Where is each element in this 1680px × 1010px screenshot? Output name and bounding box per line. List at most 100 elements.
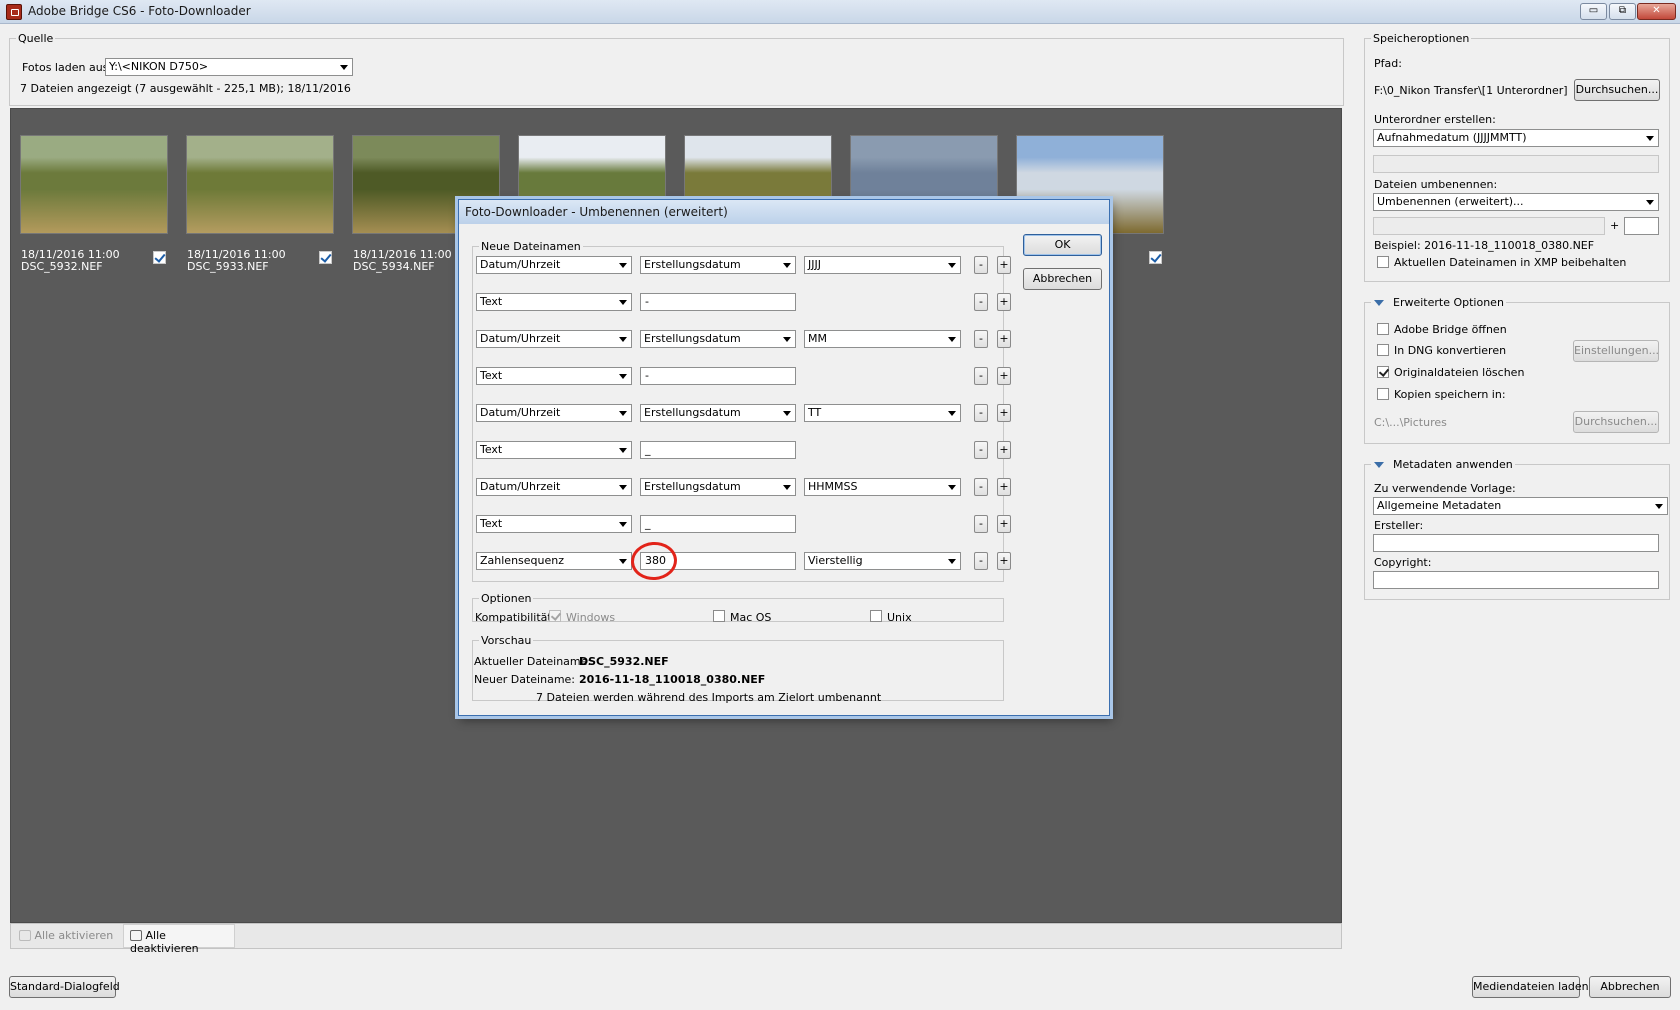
remove-row-button[interactable]: - — [974, 404, 988, 422]
rename-type-dropdown[interactable]: Text — [476, 367, 632, 385]
rename-text-field[interactable]: _ — [640, 515, 796, 533]
format-dropdown[interactable]: Vierstellig — [804, 552, 961, 570]
remove-row-button[interactable]: - — [974, 293, 988, 311]
rename-type-dropdown[interactable]: Datum/Uhrzeit — [476, 256, 632, 274]
rename-text-field[interactable]: - — [640, 293, 796, 311]
rename-type-dropdown[interactable]: Datum/Uhrzeit — [476, 330, 632, 348]
rename-text-field[interactable] — [1373, 217, 1605, 235]
minimize-button[interactable]: ▭ — [1580, 3, 1607, 20]
date-source-dropdown-value: Erstellungsdatum — [644, 332, 741, 345]
add-row-button[interactable]: + — [997, 552, 1011, 570]
add-row-button[interactable]: + — [997, 330, 1011, 348]
keep-name-checkbox[interactable] — [1377, 256, 1389, 268]
triangle-down-icon[interactable] — [1374, 462, 1384, 468]
remove-row-button[interactable]: - — [974, 367, 988, 385]
remove-row-button[interactable]: - — [974, 441, 988, 459]
date-source-dropdown[interactable]: Erstellungsdatum — [640, 404, 796, 422]
save-copies-checkbox[interactable] — [1377, 388, 1389, 400]
dialog-title: Foto-Downloader - Umbenennen (erweitert) — [459, 200, 1109, 224]
subfolder-value: Aufnahmedatum (JJJJMMTT) — [1377, 131, 1527, 144]
rename-type-dropdown[interactable]: Text — [476, 441, 632, 459]
remove-row-button[interactable]: - — [974, 552, 988, 570]
browse-path-button[interactable]: Durchsuchen... — [1574, 79, 1660, 101]
format-dropdown[interactable]: JJJJ — [804, 256, 961, 274]
date-source-dropdown-value: Erstellungsdatum — [644, 406, 741, 419]
subfolder-custom-field[interactable] — [1373, 155, 1659, 173]
dng-settings-button[interactable]: Einstellungen... — [1573, 340, 1659, 362]
remove-row-button[interactable]: - — [974, 515, 988, 533]
browse-copies-button[interactable]: Durchsuchen... — [1573, 411, 1659, 433]
thumbnail-checkbox[interactable] — [153, 251, 166, 264]
rename-type-dropdown[interactable]: Zahlensequenz — [476, 552, 632, 570]
add-row-button[interactable]: + — [997, 515, 1011, 533]
delete-originals-checkbox[interactable] — [1377, 366, 1389, 378]
close-window-button[interactable]: ✕ — [1637, 3, 1676, 20]
chevron-down-icon — [616, 331, 631, 347]
cancel-button[interactable]: Abbrechen — [1589, 976, 1671, 998]
convert-dng-checkbox[interactable] — [1377, 344, 1389, 356]
photo-thumbnail[interactable] — [20, 135, 168, 234]
rename-type-dropdown[interactable]: Datum/Uhrzeit — [476, 404, 632, 422]
template-dropdown[interactable]: Allgemeine Metadaten — [1373, 497, 1668, 515]
copyright-field[interactable] — [1373, 571, 1659, 589]
format-dropdown[interactable]: HHMMSS — [804, 478, 961, 496]
rename-text-field[interactable]: _ — [640, 441, 796, 459]
remove-row-button[interactable]: - — [974, 330, 988, 348]
add-row-button[interactable]: + — [997, 404, 1011, 422]
rename-dropdown[interactable]: Umbenennen (erweitert)... — [1373, 193, 1659, 211]
rename-text-field[interactable]: - — [640, 367, 796, 385]
add-row-button[interactable]: + — [997, 367, 1011, 385]
rename-type-dropdown-value: Text — [480, 295, 503, 308]
chevron-down-icon — [780, 257, 795, 273]
add-row-button[interactable]: + — [997, 441, 1011, 459]
macos-checkbox[interactable] — [713, 610, 725, 622]
dialog-cancel-button[interactable]: Abbrechen — [1023, 268, 1102, 290]
rename-number-field[interactable] — [1624, 217, 1659, 235]
restore-button[interactable]: ⧉ — [1609, 3, 1636, 20]
date-source-dropdown[interactable]: Erstellungsdatum — [640, 256, 796, 274]
add-row-button[interactable]: + — [997, 293, 1011, 311]
rename-type-dropdown[interactable]: Datum/Uhrzeit — [476, 478, 632, 496]
unix-checkbox[interactable] — [870, 610, 882, 622]
deactivate-all-button[interactable]: Alle deaktivieren — [123, 924, 235, 955]
rename-type-dropdown[interactable]: Text — [476, 515, 632, 533]
thumbnail-checkbox[interactable] — [1149, 251, 1162, 264]
stamp-icon — [19, 930, 31, 941]
open-bridge-checkbox[interactable] — [1377, 323, 1389, 335]
add-row-button[interactable]: + — [997, 478, 1011, 496]
thumbnail-meta: 18/11/2016 11:00 DSC_5933.NEF — [187, 249, 286, 273]
date-source-dropdown-value: Erstellungsdatum — [644, 258, 741, 271]
subfolder-dropdown[interactable]: Aufnahmedatum (JJJJMMTT) — [1373, 129, 1659, 147]
chevron-down-icon — [616, 442, 631, 458]
format-dropdown[interactable]: MM — [804, 330, 961, 348]
rename-summary: 7 Dateien werden während des Imports am … — [536, 691, 882, 704]
new-name-value: 2016-11-18_110018_0380.NEF — [579, 673, 766, 686]
remove-row-button[interactable]: - — [974, 256, 988, 274]
bridge-app-icon — [6, 4, 22, 20]
remove-row-button[interactable]: - — [974, 478, 988, 496]
chevron-down-icon — [616, 516, 631, 532]
rename-type-dropdown[interactable]: Text — [476, 293, 632, 311]
date-source-dropdown[interactable]: Erstellungsdatum — [640, 330, 796, 348]
rename-type-dropdown-value: Text — [480, 369, 503, 382]
thumbnail-checkbox[interactable] — [319, 251, 332, 264]
title-bar: Adobe Bridge CS6 - Foto-Downloader ▭ ⧉ ✕ — [0, 0, 1680, 24]
ok-button[interactable]: OK — [1023, 234, 1102, 256]
add-row-button[interactable]: + — [997, 256, 1011, 274]
photo-thumbnail[interactable] — [186, 135, 334, 234]
load-from-dropdown[interactable]: Y:\<NIKON D750> — [105, 58, 353, 76]
compat-label: Kompatibilität: — [475, 611, 556, 624]
standard-dialog-button[interactable]: Standard-Dialogfeld — [9, 976, 120, 998]
windows-checkbox[interactable] — [549, 610, 561, 622]
chevron-down-icon — [945, 553, 960, 569]
chevron-down-icon — [1643, 130, 1658, 146]
activate-all-button[interactable]: Alle aktivieren — [19, 929, 113, 942]
triangle-down-icon[interactable] — [1374, 300, 1384, 306]
unix-label: Unix — [887, 611, 912, 624]
format-dropdown[interactable]: TT — [804, 404, 961, 422]
load-media-button[interactable]: Mediendateien laden — [1472, 976, 1589, 998]
chevron-down-icon — [945, 257, 960, 273]
date-source-dropdown[interactable]: Erstellungsdatum — [640, 478, 796, 496]
creator-field[interactable] — [1373, 534, 1659, 552]
window-title: Adobe Bridge CS6 - Foto-Downloader — [28, 4, 251, 18]
